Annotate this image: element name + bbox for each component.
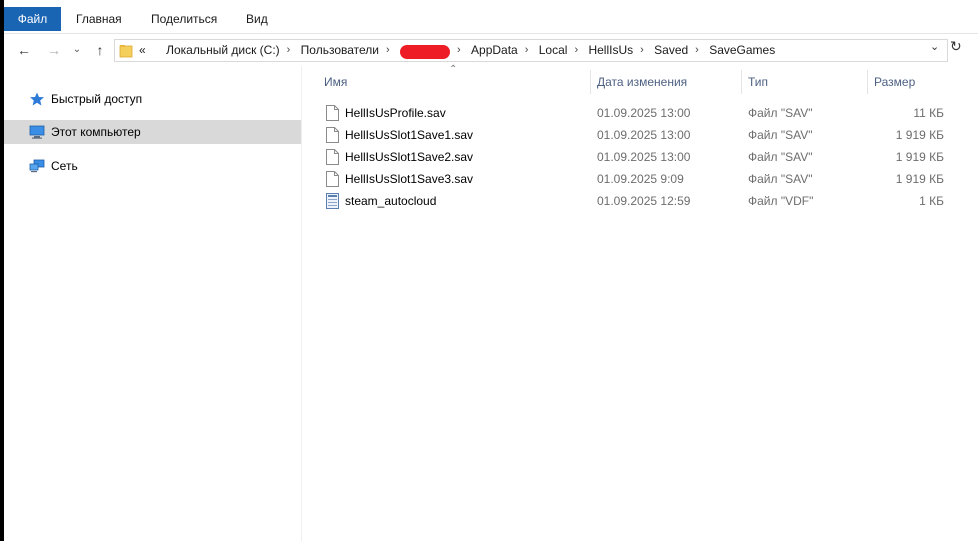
navigation-bar: ← → ⌄ ↑ « Локальный диск (C:) › Пользоват… (4, 35, 978, 65)
breadcrumb: « Локальный диск (C:) › Пользователи › › A… (139, 40, 775, 61)
star-icon (30, 92, 44, 106)
breadcrumb-overflow[interactable]: « (139, 40, 146, 61)
file-row[interactable]: HellIsUsSlot1Save3.sav 01.09.2025 9:09 Ф… (320, 168, 955, 190)
breadcrumb-saved[interactable]: Saved (654, 40, 688, 61)
sort-ascending-chevron-icon: ⌃ (449, 64, 458, 75)
tab-view[interactable]: Вид (246, 7, 268, 31)
file-row[interactable]: HellIsUsProfile.sav 01.09.2025 13:00 Фай… (320, 102, 955, 124)
file-name: steam_autocloud (345, 194, 437, 208)
column-header-type[interactable]: Тип (748, 66, 768, 98)
file-row[interactable]: HellIsUsSlot1Save2.sav 01.09.2025 13:00 … (320, 146, 955, 168)
file-size: 11 КБ (913, 106, 944, 120)
sidebar-item-network[interactable]: Сеть (4, 154, 301, 178)
computer-icon (29, 125, 45, 139)
sidebar-item-label: Быстрый доступ (51, 92, 143, 106)
network-icon (29, 159, 45, 173)
sidebar-item-this-pc[interactable]: Этот компьютер (4, 120, 301, 144)
file-icon (326, 127, 339, 143)
file-size: 1 919 КБ (895, 172, 944, 186)
file-type: Файл "SAV" (748, 128, 813, 142)
breadcrumb-hellisus[interactable]: HellIsUs (588, 40, 633, 61)
tab-home[interactable]: Главная (76, 7, 122, 31)
sidebar-item-label: Сеть (51, 159, 78, 173)
forward-arrow-icon[interactable]: → (44, 40, 64, 60)
file-icon (326, 149, 339, 165)
file-name: HellIsUsSlot1Save3.sav (345, 172, 474, 186)
tab-share[interactable]: Поделиться (151, 7, 217, 31)
file-type: Файл "SAV" (748, 150, 813, 164)
breadcrumb-users[interactable]: Пользователи (301, 40, 379, 61)
column-divider[interactable] (867, 70, 868, 94)
column-divider[interactable] (590, 70, 591, 94)
redacted-username (400, 45, 451, 60)
file-name: HellIsUsSlot1Save2.sav (345, 150, 474, 164)
file-name: HellIsUsProfile.sav (345, 106, 446, 120)
refresh-icon[interactable]: ↻ (950, 38, 962, 55)
up-arrow-icon[interactable]: ↑ (90, 40, 110, 60)
ribbon: Файл Главная Поделиться Вид (4, 0, 978, 34)
file-date: 01.09.2025 9:09 (597, 172, 684, 186)
file-size: 1 919 КБ (895, 150, 944, 164)
breadcrumb-local[interactable]: Local (539, 40, 568, 61)
recent-locations-chevron-icon[interactable]: ⌄ (70, 40, 84, 60)
file-row[interactable]: steam_autocloud 01.09.2025 12:59 Файл "V… (320, 190, 955, 212)
file-date: 01.09.2025 13:00 (597, 106, 691, 120)
address-dropdown-chevron-icon[interactable]: ⌄ (930, 40, 939, 53)
file-icon (326, 105, 339, 121)
column-header-size[interactable]: Размер (874, 66, 915, 98)
file-name: HellIsUsSlot1Save1.sav (345, 128, 474, 142)
folder-icon (119, 45, 133, 58)
file-icon (326, 171, 339, 187)
file-date: 01.09.2025 13:00 (597, 128, 691, 142)
file-date: 01.09.2025 12:59 (597, 194, 691, 208)
file-type: Файл "VDF" (748, 194, 814, 208)
file-type: Файл "SAV" (748, 106, 813, 120)
file-date: 01.09.2025 13:00 (597, 150, 691, 164)
breadcrumb-appdata[interactable]: AppData (471, 40, 518, 61)
sidebar-item-quick-access[interactable]: Быстрый доступ (4, 87, 301, 111)
column-header-name[interactable]: Имя (324, 66, 347, 98)
file-row[interactable]: HellIsUsSlot1Save1.sav 01.09.2025 13:00 … (320, 124, 955, 146)
file-type: Файл "SAV" (748, 172, 813, 186)
tab-file[interactable]: Файл (4, 7, 61, 31)
sidebar-item-label: Этот компьютер (51, 125, 141, 139)
back-arrow-icon[interactable]: ← (14, 40, 34, 60)
breadcrumb-local-disk[interactable]: Локальный диск (C:) (166, 40, 280, 61)
column-divider[interactable] (741, 70, 742, 94)
address-bar[interactable]: « Локальный диск (C:) › Пользователи › › A… (114, 39, 948, 62)
navigation-pane: Быстрый доступ Этот компьютер Сеть (4, 66, 302, 541)
column-header-date[interactable]: Дата изменения (597, 66, 687, 98)
file-size: 1 919 КБ (895, 128, 944, 142)
vdf-file-icon (326, 193, 339, 209)
breadcrumb-savegames[interactable]: SaveGames (709, 40, 775, 61)
file-size: 1 КБ (919, 194, 944, 208)
